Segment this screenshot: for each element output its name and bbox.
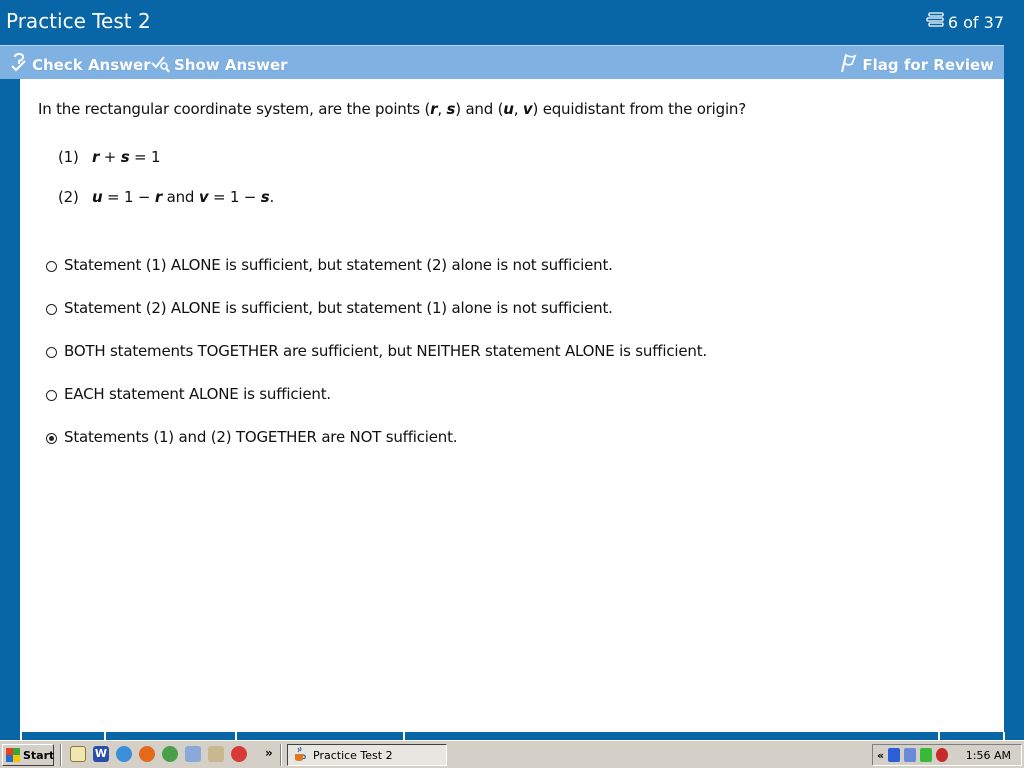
- answer-choice-label: Statements (1) and (2) TOGETHER are NOT …: [64, 428, 458, 446]
- outlook-icon[interactable]: [185, 746, 201, 762]
- taskbar: Start W » Practice Test 2 « 1:56 AM: [0, 740, 1024, 768]
- quicklaunch-chevron-icon[interactable]: »: [265, 746, 273, 760]
- answer-choice-c[interactable]: BOTH statements TOGETHER are sufficient,…: [46, 342, 707, 360]
- word-icon[interactable]: W: [93, 746, 109, 762]
- system-tray: « 1:56 AM: [872, 744, 1022, 766]
- check-answer-icon: [10, 52, 28, 77]
- answer-choice-label: BOTH statements TOGETHER are sufficient,…: [64, 342, 707, 360]
- bottom-strip: [20, 732, 1024, 740]
- question-list-icon[interactable]: [926, 12, 946, 32]
- tray-expand-icon[interactable]: «: [877, 749, 884, 762]
- variable-u: u: [92, 188, 103, 206]
- operator: +: [99, 148, 121, 166]
- java-cup-icon: [292, 746, 308, 765]
- variable-v: v: [198, 188, 209, 206]
- check-answer-button[interactable]: Check Answer: [10, 52, 151, 77]
- variable-r: r: [154, 188, 163, 206]
- equation-part: = 1 −: [208, 188, 261, 206]
- answer-choice-a[interactable]: Statement (1) ALONE is sufficient, but s…: [46, 256, 613, 274]
- progress-text: 6 of 37: [947, 12, 1004, 32]
- check-answer-label: Check Answer: [32, 56, 151, 74]
- security-shield-icon[interactable]: [936, 748, 949, 762]
- conjunction: and: [162, 188, 199, 206]
- answer-choice-e[interactable]: Statements (1) and (2) TOGETHER are NOT …: [46, 428, 458, 446]
- clock[interactable]: 1:56 AM: [966, 749, 1011, 762]
- app-title: Practice Test 2: [6, 9, 151, 33]
- answer-choice-b[interactable]: Statement (2) ALONE is sufficient, but s…: [46, 299, 613, 317]
- flag-icon: [838, 53, 858, 77]
- flag-for-review-label: Flag for Review: [862, 56, 994, 74]
- start-label: Start: [23, 748, 55, 762]
- network-icon[interactable]: [904, 748, 917, 762]
- statement-number: (2): [58, 188, 79, 206]
- statement-1: (1) r + s = 1: [58, 148, 161, 166]
- taskbar-separator: [280, 744, 282, 766]
- paint-icon[interactable]: [208, 746, 224, 762]
- answer-choice-d[interactable]: EACH statement ALONE is sufficient.: [46, 385, 331, 403]
- toolbar: Check Answer Show Answer Flag for Review: [0, 45, 1004, 79]
- answer-choice-label: EACH statement ALONE is sufficient.: [64, 385, 331, 403]
- radio-button[interactable]: [46, 304, 57, 315]
- media-player-icon[interactable]: [162, 746, 178, 762]
- game-icon[interactable]: [231, 746, 247, 762]
- taskbar-separator: [60, 744, 62, 766]
- show-answer-button[interactable]: Show Answer: [150, 53, 288, 77]
- equation-part: = 1 −: [102, 188, 155, 206]
- firefox-icon[interactable]: [139, 746, 155, 762]
- variable-u: u: [503, 100, 514, 118]
- answer-choice-label: Statement (2) ALONE is sufficient, but s…: [64, 299, 613, 317]
- question-comma: ,: [513, 100, 523, 118]
- question-stem: In the rectangular coordinate system, ar…: [38, 100, 746, 118]
- internet-explorer-icon[interactable]: [116, 746, 132, 762]
- statement-number: (1): [58, 148, 79, 166]
- equation-rest: = 1: [129, 148, 161, 166]
- variable-s: s: [446, 100, 456, 118]
- period: .: [269, 188, 275, 206]
- radio-button-selected[interactable]: [46, 433, 57, 444]
- statement-2: (2) u = 1 − r and v = 1 − s.: [58, 188, 274, 206]
- question-text-suffix: ) equidistant from the origin?: [532, 100, 746, 118]
- start-button[interactable]: Start: [2, 744, 54, 766]
- flag-for-review-button[interactable]: Flag for Review: [838, 53, 994, 77]
- radio-button[interactable]: [46, 390, 57, 401]
- radio-button[interactable]: [46, 347, 57, 358]
- question-panel: In the rectangular coordinate system, ar…: [20, 79, 1004, 732]
- windows-logo-icon: [6, 748, 20, 762]
- question-progress: 6 of 37: [926, 12, 1004, 32]
- app-header: Practice Test 2 6 of 37: [0, 0, 1024, 44]
- taskbar-button-practice-test[interactable]: Practice Test 2: [287, 744, 447, 766]
- signal-strength-icon[interactable]: [920, 748, 933, 762]
- answer-choice-label: Statement (1) ALONE is sufficient, but s…: [64, 256, 613, 274]
- show-answer-icon: [150, 53, 170, 77]
- show-answer-label: Show Answer: [174, 56, 288, 74]
- question-text-prefix: In the rectangular coordinate system, ar…: [38, 100, 431, 118]
- tray-app-icon[interactable]: [888, 748, 901, 762]
- show-desktop-icon[interactable]: [70, 746, 86, 762]
- taskbar-button-label: Practice Test 2: [313, 748, 393, 762]
- question-text-mid: ) and (: [455, 100, 504, 118]
- radio-button[interactable]: [46, 261, 57, 272]
